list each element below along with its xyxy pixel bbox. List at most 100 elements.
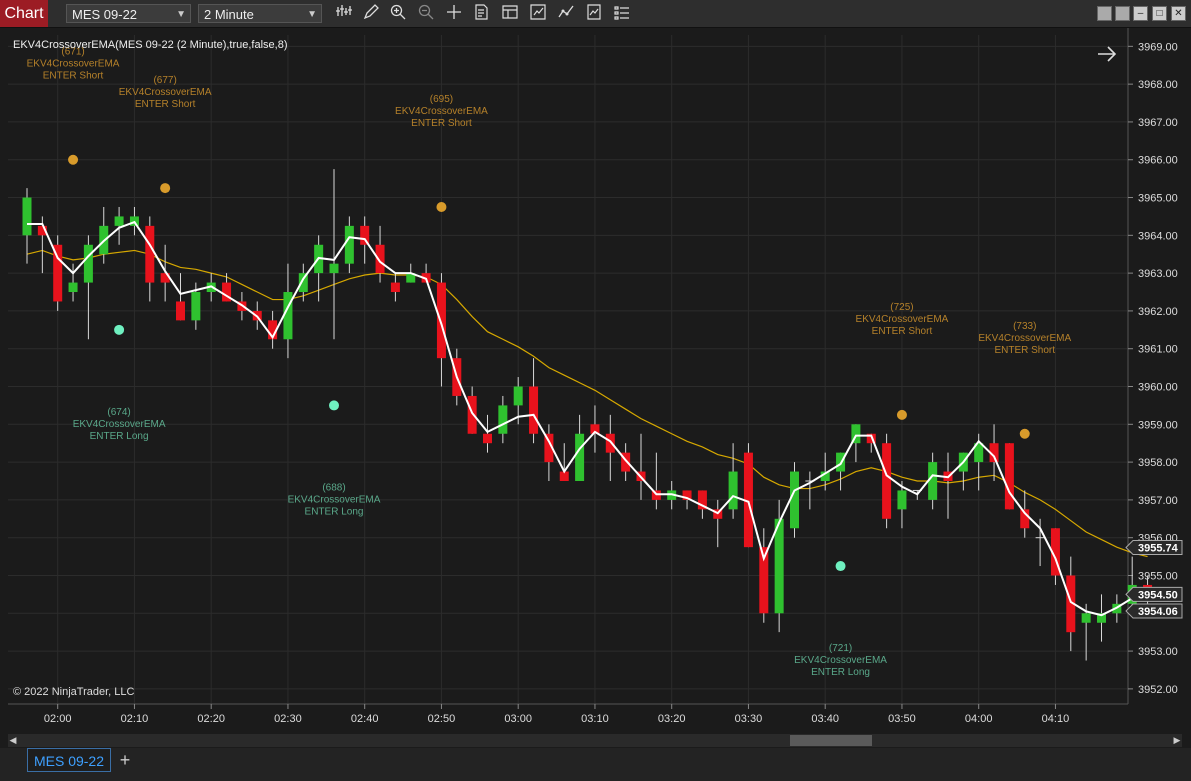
y-tick-label: 3965.00 bbox=[1138, 193, 1178, 205]
plot-background bbox=[8, 35, 1128, 704]
candle bbox=[790, 462, 799, 538]
candle-body bbox=[283, 292, 293, 340]
close-icon[interactable]: ✕ bbox=[1171, 6, 1186, 21]
y-tick-label: 3967.00 bbox=[1138, 117, 1178, 129]
crosshair-icon[interactable] bbox=[444, 4, 464, 23]
y-tick-label: 3964.00 bbox=[1138, 230, 1178, 242]
add-tab-icon[interactable]: + bbox=[114, 748, 136, 772]
x-tick-label: 03:00 bbox=[504, 713, 532, 725]
tab-mes-09-22[interactable]: MES 09-22 bbox=[27, 748, 111, 772]
candle-body bbox=[22, 197, 32, 236]
tab-bar: MES 09-22 + bbox=[0, 748, 1191, 781]
chart-trader-icon[interactable] bbox=[528, 4, 548, 23]
time-axis: 02:00 02:10 02:20 02:30 02:40 02:50 03:00 03:10… bbox=[44, 704, 1069, 725]
candle-body bbox=[605, 433, 615, 453]
candle-body bbox=[176, 301, 185, 321]
interval-selector[interactable]: 2 Minute ▼ bbox=[198, 4, 322, 23]
candle-body bbox=[329, 263, 339, 274]
annotation-name: EKV4CrossoverEMA bbox=[73, 419, 166, 430]
x-tick-label: 03:30 bbox=[735, 713, 763, 725]
annotation-name: EKV4CrossoverEMA bbox=[288, 494, 381, 505]
price-badge-label: 3954.50 bbox=[1138, 589, 1178, 601]
long-entry-marker bbox=[835, 561, 846, 572]
candle-body bbox=[375, 244, 385, 274]
zoom-out-icon[interactable] bbox=[416, 4, 436, 23]
candle-body bbox=[882, 443, 892, 519]
annotation-id: (695) bbox=[430, 94, 453, 105]
short-entry-marker bbox=[436, 201, 447, 212]
annotation-action: ENTER Short bbox=[994, 345, 1055, 356]
annotation-action: ENTER Long bbox=[811, 667, 870, 678]
candle-body bbox=[145, 225, 155, 283]
candle-body bbox=[83, 244, 93, 283]
instrument-selector[interactable]: MES 09-22 ▼ bbox=[66, 4, 191, 23]
annotation-name: EKV4CrossoverEMA bbox=[856, 314, 949, 325]
data-box-icon[interactable] bbox=[472, 4, 492, 23]
long-entry-marker bbox=[329, 400, 339, 411]
maximize-window-icon[interactable]: □ bbox=[1152, 6, 1167, 21]
minimize-window-icon[interactable]: – bbox=[1133, 6, 1148, 21]
annotation-action: ENTER Short bbox=[43, 71, 104, 82]
annotation-id: (688) bbox=[322, 482, 345, 493]
annotation-action: ENTER Short bbox=[411, 118, 472, 129]
x-tick-label: 02:20 bbox=[197, 713, 225, 725]
draw-pencil-icon[interactable] bbox=[361, 4, 381, 23]
candle-body bbox=[390, 282, 400, 293]
candle bbox=[743, 443, 753, 548]
indicator-label: EKV4CrossoverEMA(MES 09-22 (2 Minute),tr… bbox=[13, 39, 288, 51]
y-tick-label: 3958.00 bbox=[1138, 457, 1178, 469]
x-tick-label: 02:10 bbox=[121, 713, 149, 725]
price-badge: 3954.50 bbox=[1125, 586, 1183, 602]
candle-body bbox=[790, 471, 799, 529]
instrument-value: MES 09-22 bbox=[72, 7, 138, 22]
copyright-text: © 2022 NinjaTrader, LLC bbox=[13, 686, 134, 698]
annotation-action: ENTER Long bbox=[305, 506, 364, 517]
candle-body bbox=[467, 395, 477, 434]
candle-body bbox=[1081, 613, 1091, 623]
short-entry-marker bbox=[1019, 428, 1030, 439]
scrollbar-thumb[interactable] bbox=[790, 735, 872, 746]
candle-body bbox=[191, 292, 201, 321]
price-chart[interactable]: 3952.003953.003954.003955.003956.003957.… bbox=[0, 28, 1191, 733]
scroll-right-icon[interactable]: ▶ bbox=[1172, 734, 1182, 747]
candle-body bbox=[360, 225, 370, 245]
chevron-down-icon: ▼ bbox=[176, 9, 186, 20]
candle-body bbox=[68, 282, 78, 293]
horizontal-scrollbar[interactable]: ◀ ▶ bbox=[8, 734, 1182, 747]
x-tick-label: 02:40 bbox=[351, 713, 379, 725]
bars-type-icon[interactable] bbox=[334, 4, 354, 23]
price-badge-label: 3955.74 bbox=[1138, 543, 1179, 555]
y-tick-label: 3953.00 bbox=[1138, 646, 1178, 658]
templates-icon[interactable] bbox=[612, 4, 632, 23]
y-tick-label: 3955.00 bbox=[1138, 570, 1178, 582]
annotation-id: (721) bbox=[829, 643, 852, 654]
candle-body bbox=[575, 433, 585, 481]
chart-toolbar: Chart MES 09-22 ▼ 2 Minute ▼ – □ ✕ bbox=[0, 0, 1191, 28]
indicators-icon[interactable] bbox=[584, 4, 604, 23]
restore-icon[interactable] bbox=[1115, 6, 1130, 21]
x-tick-label: 03:20 bbox=[658, 713, 686, 725]
annotation-id: (725) bbox=[890, 302, 913, 313]
candle-body bbox=[529, 386, 539, 434]
chevron-down-icon: ▼ bbox=[307, 9, 317, 20]
annotation-id: (677) bbox=[153, 75, 176, 86]
x-tick-label: 02:00 bbox=[44, 713, 72, 725]
price-badge-label: 3954.06 bbox=[1138, 606, 1178, 618]
strategies-icon[interactable] bbox=[556, 4, 576, 23]
x-tick-label: 03:10 bbox=[581, 713, 609, 725]
annotation-name: EKV4CrossoverEMA bbox=[395, 106, 488, 117]
zoom-in-icon[interactable] bbox=[388, 4, 408, 23]
properties-icon[interactable] bbox=[500, 4, 520, 23]
annotation-name: EKV4CrossoverEMA bbox=[978, 333, 1071, 344]
annotation-name: EKV4CrossoverEMA bbox=[794, 655, 887, 666]
x-tick-label: 03:50 bbox=[888, 713, 916, 725]
short-entry-marker bbox=[68, 154, 79, 165]
candle-body bbox=[728, 471, 738, 510]
scroll-left-icon[interactable]: ◀ bbox=[8, 734, 18, 747]
annotation-id: (674) bbox=[107, 407, 130, 418]
y-tick-label: 3962.00 bbox=[1138, 306, 1178, 318]
minimize-icon[interactable] bbox=[1097, 6, 1112, 21]
y-tick-label: 3968.00 bbox=[1138, 79, 1178, 91]
candle bbox=[882, 433, 892, 529]
price-badge: 3954.06 bbox=[1125, 603, 1183, 619]
